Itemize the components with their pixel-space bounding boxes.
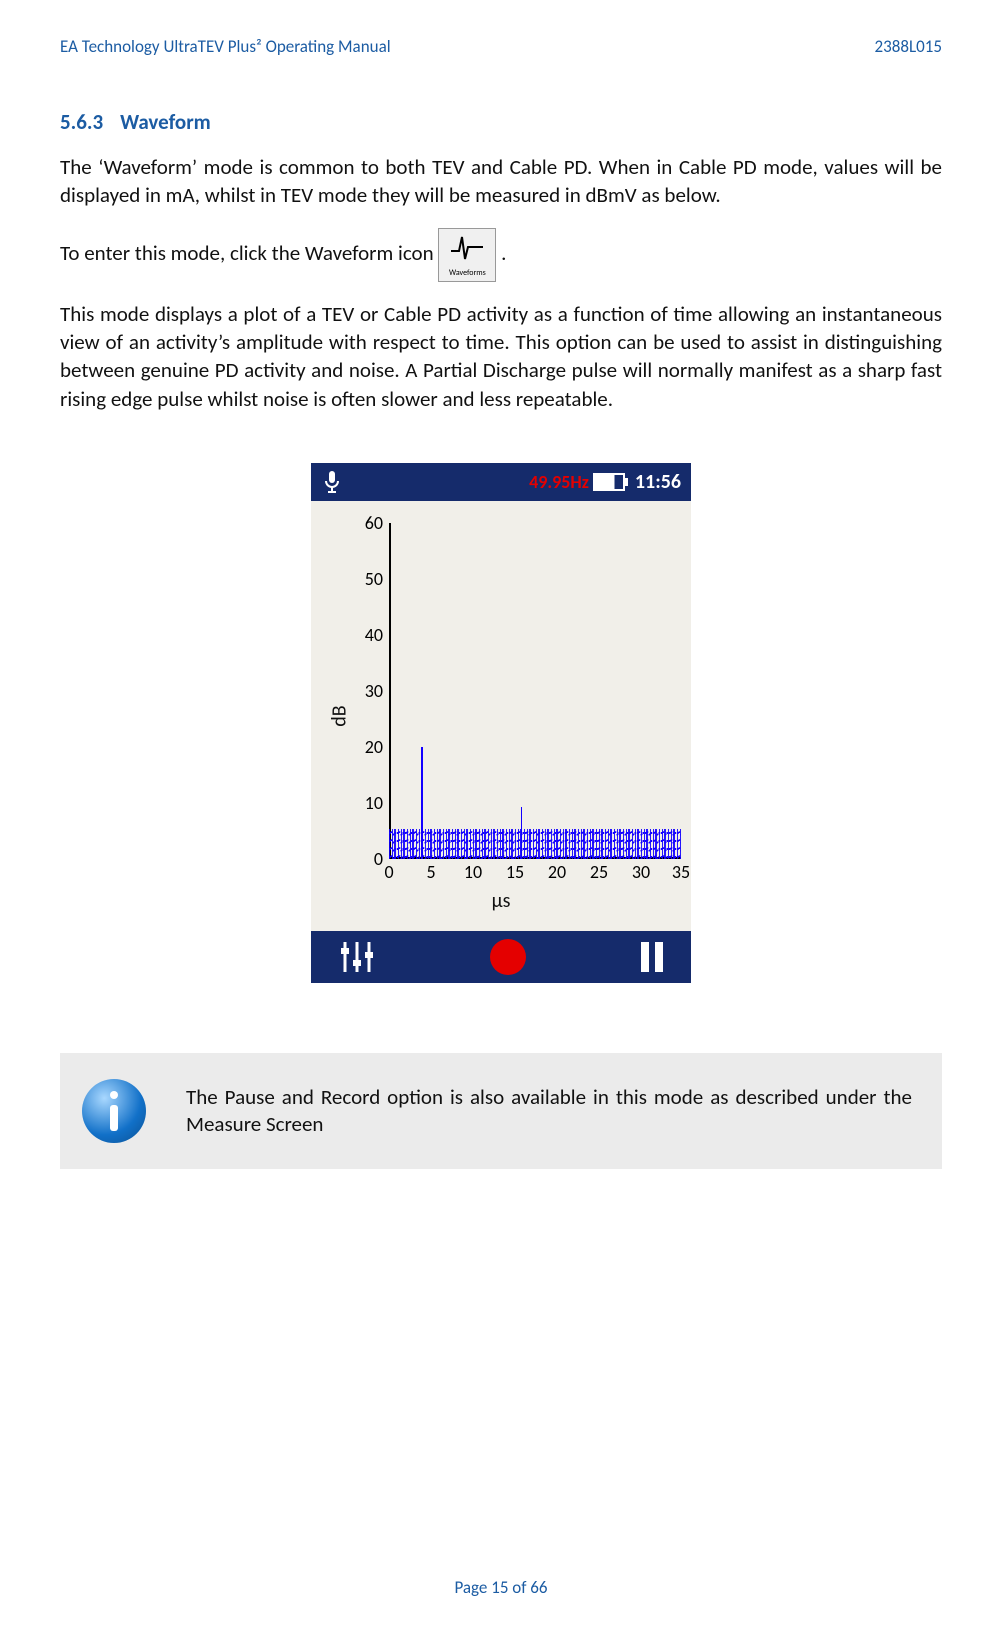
pd-spike-small	[521, 807, 522, 859]
x-tick-15: 15	[506, 861, 524, 883]
waveform-plot: 60 50 40 30 20 10 0 0 5 10 15 20 25 30 3…	[311, 501, 691, 931]
doc-code: 2388L015	[875, 36, 942, 57]
device-screenshot: 49.95Hz 11:56 60 50 40 30 20 10 0 0 5 10…	[311, 463, 691, 983]
info-icon	[82, 1079, 146, 1143]
info-note-text: The Pause and Record option is also avai…	[186, 1084, 912, 1139]
frequency-readout: 49.95Hz	[529, 471, 589, 493]
y-axis-label: dB	[328, 705, 352, 726]
noise-floor	[389, 829, 681, 859]
y-tick-10: 10	[359, 792, 383, 814]
paragraph-2-post: .	[501, 240, 506, 266]
record-button[interactable]	[490, 939, 526, 975]
page-header: EA Technology UltraTEV Plus² Operating M…	[60, 0, 942, 57]
y-tick-60: 60	[359, 512, 383, 534]
paragraph-2: To enter this mode, click the Waveform i…	[60, 228, 942, 282]
y-tick-30: 30	[359, 680, 383, 702]
x-tick-0: 0	[384, 861, 393, 883]
y-tick-20: 20	[359, 736, 383, 758]
settings-sliders-icon[interactable]	[339, 940, 375, 974]
x-tick-20: 20	[548, 861, 566, 883]
paragraph-1: The ‘Waveform’ mode is common to both TE…	[60, 153, 942, 210]
x-tick-10: 10	[464, 861, 482, 883]
section-heading: 5.6.3 Waveform	[60, 109, 942, 135]
y-tick-50: 50	[359, 568, 383, 590]
pause-button[interactable]	[641, 942, 663, 972]
mic-icon	[321, 469, 343, 495]
x-tick-5: 5	[426, 861, 435, 883]
waveform-icon: Waveforms	[438, 228, 496, 282]
waveform-icon-label: Waveforms	[439, 268, 495, 279]
x-tick-25: 25	[590, 861, 608, 883]
section-title: Waveform	[120, 109, 211, 135]
y-tick-40: 40	[359, 624, 383, 646]
device-topbar: 49.95Hz 11:56	[311, 463, 691, 501]
x-tick-35: 35	[672, 861, 690, 883]
page-footer: Page 15 of 66	[0, 1577, 1002, 1598]
x-axis-label: μs	[311, 889, 691, 913]
section-number: 5.6.3	[60, 109, 103, 135]
y-tick-0: 0	[359, 848, 383, 870]
page-number: Page 15 of 66	[454, 1577, 547, 1598]
paragraph-3: This mode displays a plot of a TEV or Ca…	[60, 300, 942, 413]
device-bottombar	[311, 931, 691, 983]
x-tick-30: 30	[632, 861, 650, 883]
clock-readout: 11:56	[635, 470, 681, 494]
pd-spike-main	[421, 747, 423, 859]
doc-title: EA Technology UltraTEV Plus² Operating M…	[60, 36, 391, 57]
battery-icon	[593, 473, 625, 491]
paragraph-2-pre: To enter this mode, click the Waveform i…	[60, 240, 438, 266]
info-note: The Pause and Record option is also avai…	[60, 1053, 942, 1169]
